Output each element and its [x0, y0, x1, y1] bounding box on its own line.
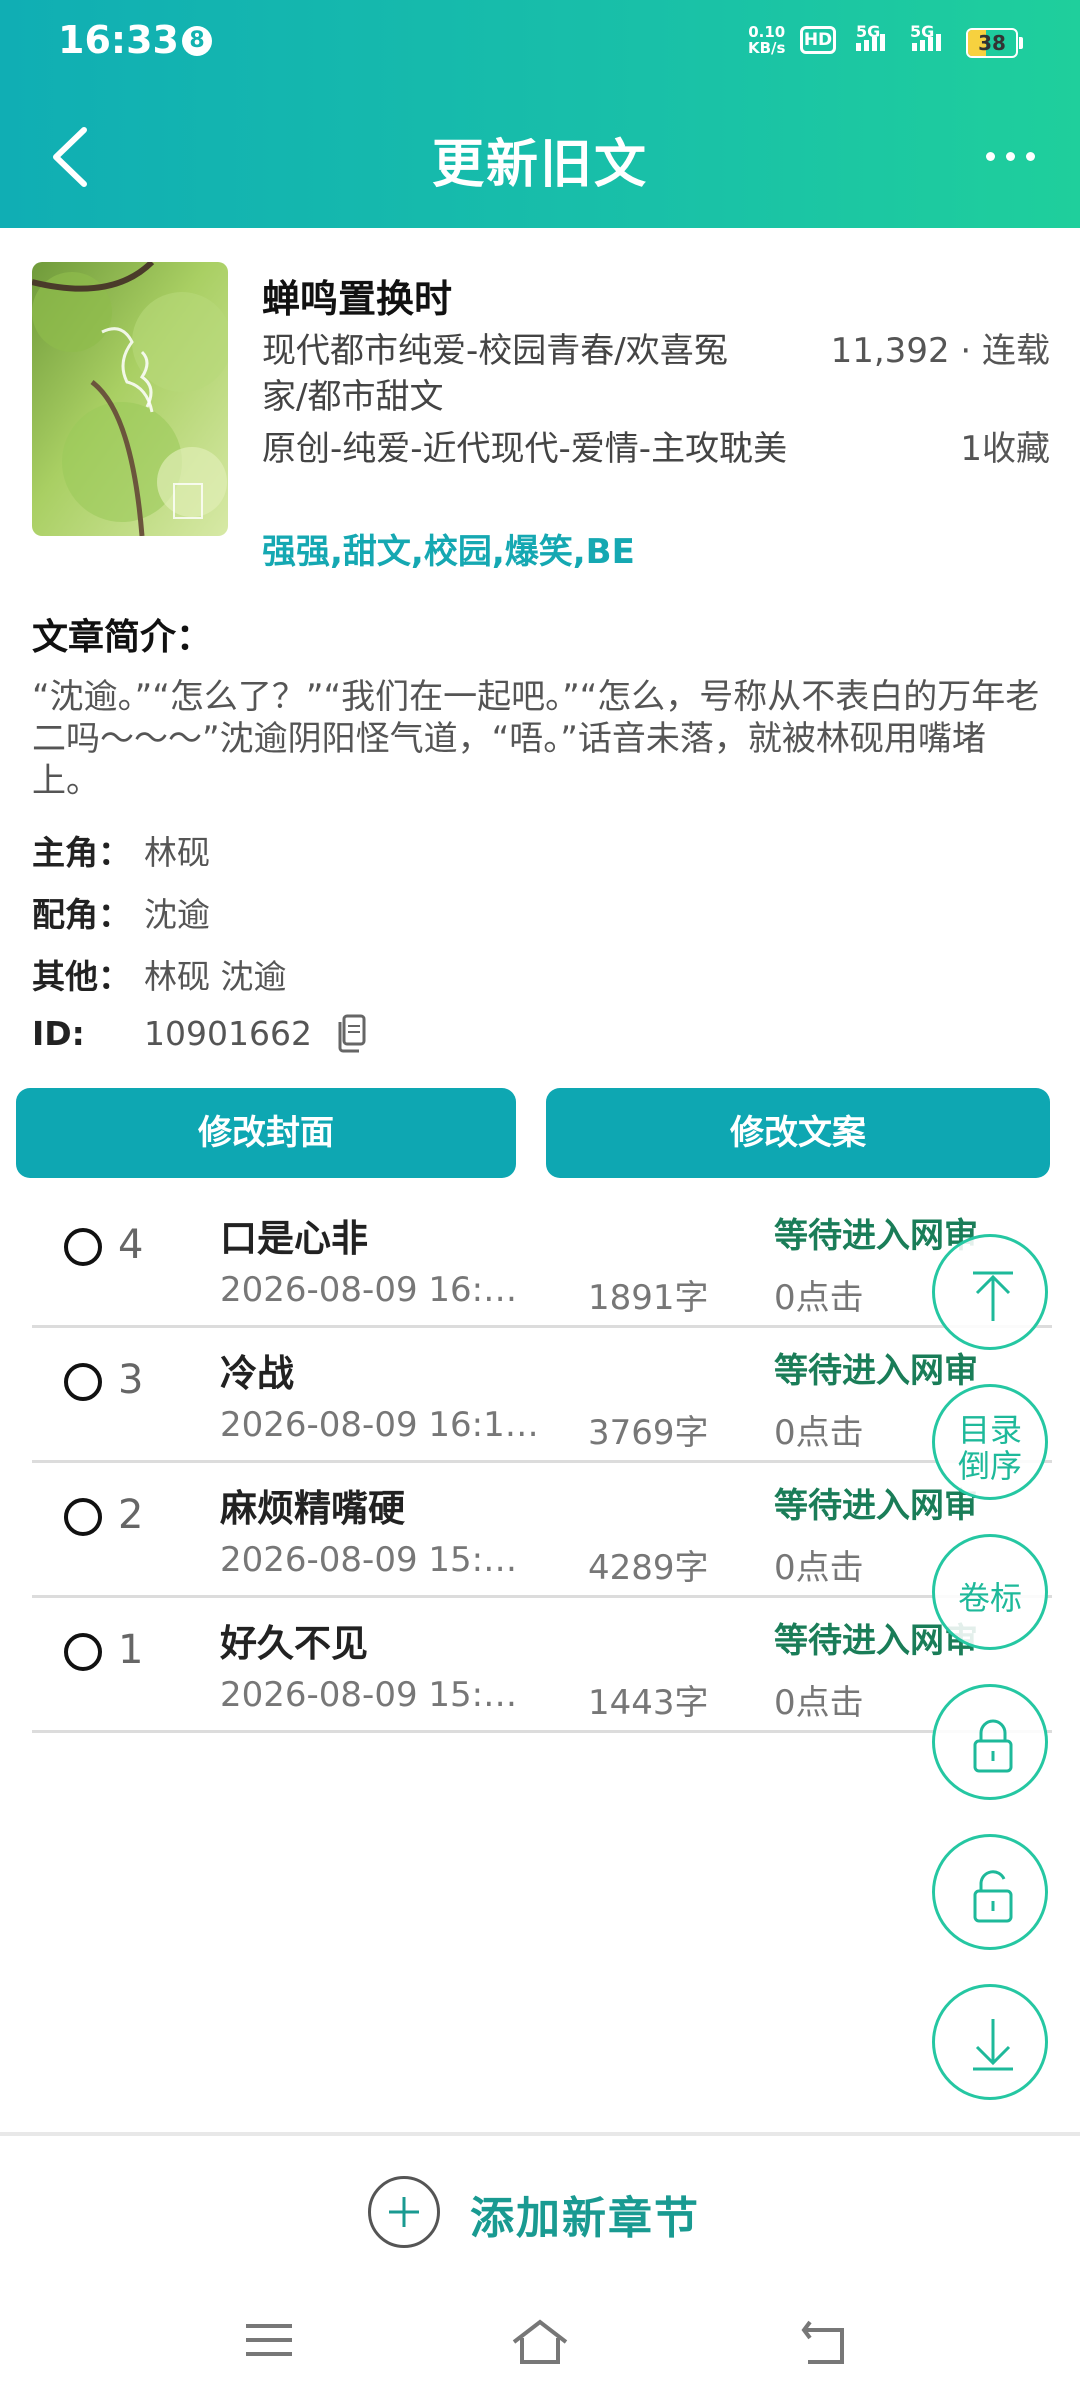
app-header: 16:33 8 0.10 KB/s HD 5G 5G 38 更新旧文	[0, 0, 1080, 228]
home-icon	[512, 2319, 568, 2364]
unlock-button[interactable]	[932, 1834, 1048, 1950]
chapter-date: 2026-08-09 15:…	[220, 1675, 518, 1715]
intro-label: 文章简介：	[32, 617, 213, 658]
radio-icon[interactable]	[64, 1633, 102, 1671]
chapter-words: 1891字	[588, 1278, 709, 1318]
net-speed: 0.10 KB/s	[748, 24, 785, 56]
radio-icon[interactable]	[64, 1228, 102, 1266]
bottom-divider	[0, 2132, 1080, 2136]
book-origin: 原创-纯爱-近代现代-爱情-主攻耽美	[262, 429, 788, 469]
status-bar: 16:33 8 0.10 KB/s HD 5G 5G 38	[0, 0, 1080, 90]
volume-label: 卷标	[957, 1579, 1022, 1617]
book-genre: 现代都市纯爱-校园青春/欢喜冤家/都市甜文	[262, 331, 728, 417]
meta-key: 配角：	[32, 895, 131, 934]
meta-key: 其他：	[32, 957, 131, 996]
book-id: 10901662	[144, 1014, 312, 1053]
meta-value: 沈逾	[144, 895, 210, 934]
plus-icon	[389, 2197, 419, 2227]
chapter-row[interactable]: 4 口是心非 2026-08-09 16:… 1891字 等待进入网审 0点击	[32, 1194, 1052, 1328]
chapter-row[interactable]: 3 冷战 2026-08-09 16:1… 3769字 等待进入网审 0点击	[32, 1329, 1052, 1463]
signal-bars-icon	[912, 34, 941, 51]
battery-level: 38	[978, 31, 1006, 55]
menu-icon	[246, 2324, 292, 2356]
cover-image	[32, 262, 228, 536]
chapter-date: 2026-08-09 16:…	[220, 1270, 518, 1310]
hd-icon: HD	[800, 26, 836, 54]
arrow-top-icon	[973, 1271, 1013, 1321]
signal-bars-icon	[856, 34, 885, 51]
chapter-words: 4289字	[588, 1548, 709, 1588]
book-cover[interactable]	[32, 262, 228, 536]
edit-cover-button[interactable]: 修改封面	[16, 1088, 516, 1178]
scroll-bottom-button[interactable]	[932, 1984, 1048, 2100]
scroll-top-button[interactable]	[932, 1234, 1048, 1350]
home-button[interactable]	[510, 2318, 570, 2372]
chapter-clicks: 0点击	[774, 1413, 864, 1453]
status-time: 16:33	[58, 18, 179, 62]
chapter-row[interactable]: 2 麻烦精嘴硬 2026-08-09 15:… 4289字 等待进入网审 0点击	[32, 1464, 1052, 1598]
volume-label-button[interactable]: 卷标	[932, 1534, 1048, 1650]
back-icon	[801, 2320, 844, 2364]
more-button[interactable]	[980, 130, 1040, 180]
add-chapter-icon-button[interactable]	[368, 2176, 440, 2248]
meta-key: ID:	[32, 1014, 85, 1053]
chapter-title: 麻烦精嘴硬	[220, 1487, 405, 1530]
book-title: 蝉鸣置换时	[262, 277, 453, 321]
meta-key: 主角：	[32, 833, 131, 872]
lock-button[interactable]	[932, 1684, 1048, 1800]
book-tags: 强强,甜文,校园,爆笑,BE	[262, 532, 635, 572]
intro-text: “沈逾。”“怎么了？”“我们在一起吧。”“怎么，号称从不表白的万年老二吗～～～”…	[32, 677, 1040, 801]
chapter-title: 冷战	[220, 1352, 294, 1395]
meta-value: 林砚 沈逾	[144, 957, 287, 996]
system-back-button[interactable]	[800, 2318, 852, 2372]
chapter-number: 4	[118, 1222, 144, 1268]
battery-icon: 38	[966, 28, 1018, 58]
chapter-clicks: 0点击	[774, 1683, 864, 1723]
chapter-words: 3769字	[588, 1413, 709, 1453]
net-speed-unit: KB/s	[748, 39, 786, 57]
chapter-number: 3	[118, 1357, 144, 1403]
add-chapter-button[interactable]: 添加新章节	[470, 2182, 700, 2246]
chapter-date: 2026-08-09 16:1…	[220, 1405, 539, 1445]
meta-value: 林砚	[144, 833, 210, 872]
reverse-order-button[interactable]: 目录 倒序	[932, 1384, 1048, 1500]
unlock-icon	[973, 1870, 1013, 1923]
chapter-number: 2	[118, 1492, 144, 1538]
reverse-order-line2: 倒序	[957, 1447, 1022, 1485]
chapter-number: 1	[118, 1627, 144, 1673]
page-title: 更新旧文	[431, 135, 648, 195]
edit-copy-button[interactable]: 修改文案	[546, 1088, 1050, 1178]
chapter-date: 2026-08-09 15:…	[220, 1540, 518, 1580]
arrow-bottom-icon	[973, 2019, 1013, 2071]
lock-icon	[973, 1719, 1013, 1773]
menu-button[interactable]	[244, 2318, 294, 2368]
book-favorites: 1收藏	[960, 429, 1050, 469]
copy-icon	[338, 1014, 366, 1053]
chapter-title: 好久不见	[220, 1622, 368, 1665]
book-word-count: 11,392 · 连载	[830, 331, 1050, 371]
notification-badge: 8	[182, 26, 212, 56]
chapter-clicks: 0点击	[774, 1548, 864, 1588]
chapter-clicks: 0点击	[774, 1278, 864, 1318]
chapter-title: 口是心非	[220, 1217, 368, 1260]
copy-id-button[interactable]	[336, 1014, 366, 1054]
radio-icon[interactable]	[64, 1363, 102, 1401]
chapter-row[interactable]: 1 好久不见 2026-08-09 15:… 1443字 等待进入网审 0点击	[32, 1599, 1052, 1733]
chapter-words: 1443字	[588, 1683, 709, 1723]
radio-icon[interactable]	[64, 1498, 102, 1536]
